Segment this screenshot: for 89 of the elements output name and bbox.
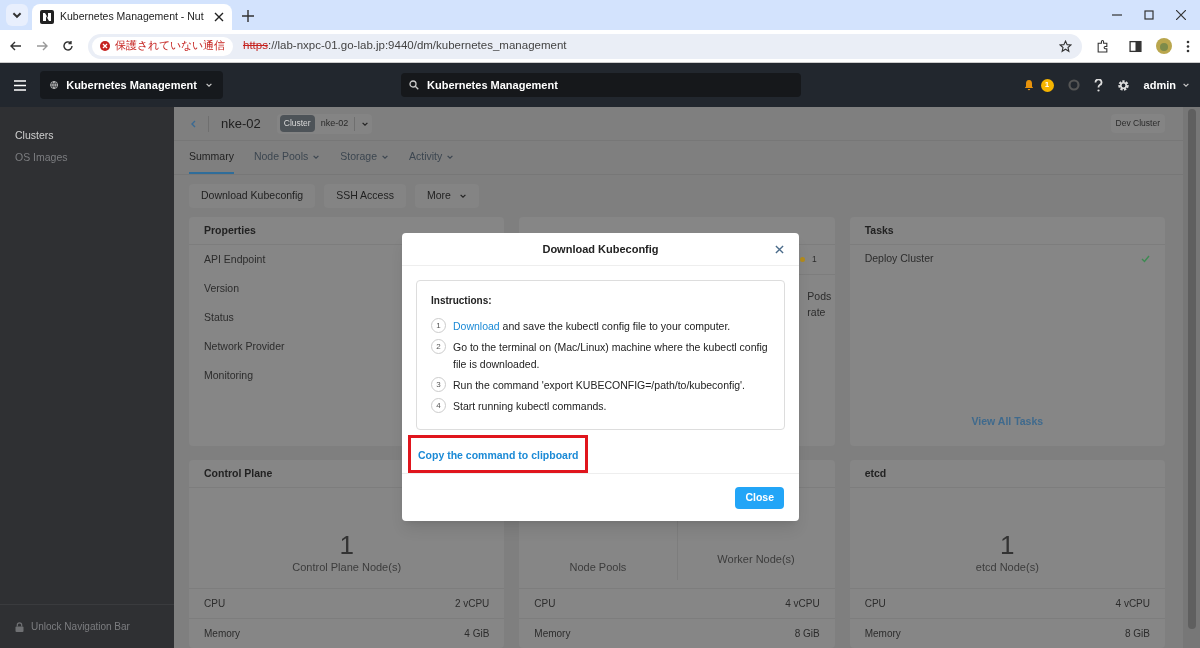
- step-text: Go to the terminal on (Mac/Linux) machine where the kubectl config file is downloaded.: [453, 340, 769, 373]
- copy-command-link[interactable]: Copy the command to clipboard: [418, 449, 579, 462]
- card-title: Tasks: [849, 217, 1165, 245]
- search-field[interactable]: Kubernetes Management: [401, 73, 801, 97]
- more-vertical-icon[interactable]: [1186, 39, 1190, 53]
- property-label: Version: [204, 280, 240, 296]
- task-name: Deploy Cluster: [864, 251, 934, 267]
- dialog-title: Download Kubeconfig: [542, 241, 659, 257]
- property-label: API Endpoint: [204, 251, 266, 267]
- step-text: Start running kubectl commands.: [453, 399, 607, 415]
- sidebar-item[interactable]: Clusters: [0, 125, 174, 147]
- node-label: Node Pools: [569, 559, 627, 575]
- extensions-icon[interactable]: [1096, 39, 1109, 53]
- close-icon[interactable]: [214, 12, 224, 22]
- cluster-tag: Cluster: [279, 115, 315, 132]
- action-button[interactable]: More: [414, 184, 479, 209]
- caret-icon: [205, 81, 213, 89]
- error-icon: [100, 41, 110, 51]
- close-icon[interactable]: [1176, 10, 1186, 20]
- close-button[interactable]: Close: [735, 486, 784, 509]
- environment-badge: Dev Cluster: [1110, 114, 1165, 133]
- download-link[interactable]: Download: [453, 320, 500, 333]
- resource-label: CPU: [864, 597, 886, 611]
- instructions-heading: Instructions:: [431, 294, 493, 309]
- side-panel-icon[interactable]: [1129, 39, 1142, 53]
- node-label: Control Plane Node(s): [292, 559, 402, 575]
- lock-icon: [15, 621, 24, 632]
- browser-tab[interactable]: Kubernetes Management - Nut: [32, 4, 232, 30]
- resource-label: CPU: [534, 597, 556, 611]
- tab[interactable]: Activity: [409, 141, 455, 175]
- alert-count: 1: [811, 253, 817, 266]
- back-icon[interactable]: [10, 40, 22, 52]
- globe-icon: [50, 80, 59, 90]
- resource-value: 2 vCPU: [454, 597, 490, 611]
- new-tab-icon[interactable]: [242, 10, 254, 22]
- reload-icon[interactable]: [62, 40, 74, 52]
- resource-label: CPU: [204, 597, 226, 611]
- sidebar-item[interactable]: OS Images: [0, 146, 174, 169]
- description-text: rate: [807, 305, 827, 320]
- forward-icon[interactable]: [36, 40, 48, 52]
- resource-label: Memory: [864, 627, 901, 641]
- resource-label: Memory: [534, 627, 571, 641]
- card-title: etcd: [864, 465, 887, 481]
- tab[interactable]: Node Pools: [253, 141, 321, 175]
- profile-avatar-icon[interactable]: [1156, 38, 1172, 54]
- caret-icon: [1182, 81, 1190, 89]
- resource-value: 4 vCPU: [1115, 597, 1150, 611]
- alert-count-badge: 1: [1040, 78, 1054, 92]
- node-count: 1: [1000, 530, 1015, 559]
- cluster-name: nke-02: [221, 114, 261, 133]
- resource-value: 4 GiB: [464, 627, 490, 641]
- bell-icon[interactable]: [1022, 79, 1035, 91]
- resource-value: 4 vCPU: [785, 597, 820, 611]
- url-text: https://lab-nxpc-01.go-lab.jp:9440/dm/kubernetes_management: [243, 38, 567, 54]
- property-label: Network Provider: [204, 338, 285, 354]
- warning-dot-icon: [799, 257, 805, 262]
- search-icon: [409, 80, 419, 90]
- unlock-nav-button[interactable]: Unlock Navigation Bar: [0, 604, 174, 648]
- security-warning: 保護されていない通信: [115, 38, 225, 54]
- maximize-icon[interactable]: [1144, 10, 1154, 20]
- node-count: 1: [339, 530, 354, 559]
- site-logo-icon: [40, 10, 54, 24]
- tab[interactable]: Storage: [340, 141, 389, 175]
- property-label: Monitoring: [204, 367, 254, 383]
- node-label: etcd Node(s): [975, 559, 1039, 575]
- property-label: Status: [204, 309, 234, 325]
- card-title: Control Plane: [204, 465, 273, 481]
- cluster-selector[interactable]: Cluster nke-02: [276, 113, 373, 134]
- tab[interactable]: Summary: [189, 141, 234, 175]
- address-bar[interactable]: 保護されていない通信 https://lab-nxpc-01.go-lab.jp:9440/dm/kubernetes_management: [88, 33, 1082, 59]
- context-dropdown[interactable]: Kubernetes Management: [40, 71, 223, 99]
- scrollbar-thumb[interactable]: [1187, 109, 1196, 629]
- resource-value: 8 GiB: [1125, 627, 1150, 641]
- action-button[interactable]: Download Kubeconfig: [189, 184, 316, 209]
- step-text: Run the command 'export KUBECONFIG=/path/to/kubeconfig'.: [453, 378, 746, 394]
- step-text: Download and save the kubectl config file to your computer.: [453, 319, 731, 335]
- action-button[interactable]: SSH Access: [324, 184, 406, 209]
- resource-label: Memory: [204, 627, 241, 641]
- help-icon[interactable]: [1093, 78, 1103, 92]
- node-label: Worker Node(s): [717, 551, 795, 567]
- resource-value: 8 GiB: [794, 627, 820, 641]
- tab-list-icon[interactable]: [6, 4, 28, 26]
- description-text: Pods: [807, 289, 833, 304]
- tab-title: Kubernetes Management - Nut: [60, 9, 205, 25]
- star-icon[interactable]: [1059, 39, 1072, 53]
- user-menu[interactable]: admin: [1143, 76, 1190, 94]
- security-chip[interactable]: 保護されていない通信: [92, 36, 233, 56]
- settings-icon[interactable]: [1116, 78, 1130, 92]
- menu-icon[interactable]: [14, 79, 26, 91]
